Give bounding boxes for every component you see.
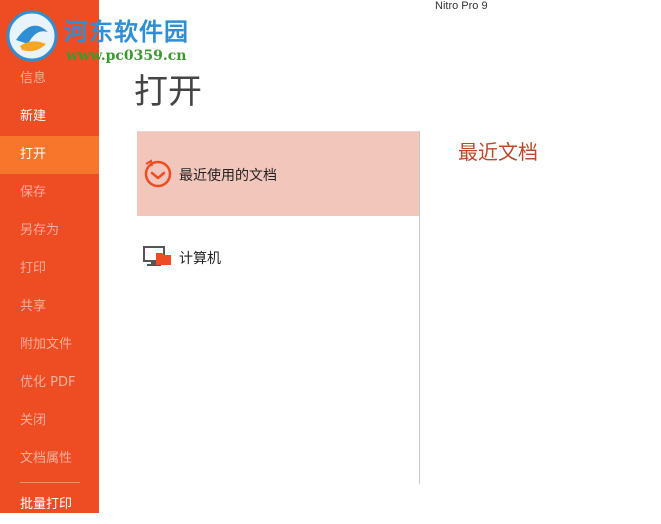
watermark-url: www.pc0359.cn (66, 48, 187, 64)
sidebar-item-save[interactable]: 保存 (0, 174, 99, 212)
sidebar-item-save-as[interactable]: 另存为 (0, 212, 99, 250)
sidebar-item-share[interactable]: 共享 (0, 288, 99, 326)
source-item-label: 计算机 (179, 251, 221, 267)
sidebar-item-batch-print[interactable]: 批量打印 (0, 486, 99, 524)
watermark-site-name: 河东软件园 (64, 17, 189, 46)
source-item-computer[interactable]: 计算机 (137, 215, 419, 299)
sidebar-item-open[interactable]: 打开 (0, 136, 99, 174)
source-item-label: 最近使用的文档 (179, 168, 277, 184)
sidebar-item-print[interactable]: 打印 (0, 250, 99, 288)
recent-documents-title: 最近文档 (458, 140, 538, 164)
app-title: Nitro Pro 9 (435, 0, 488, 12)
sidebar-item-close[interactable]: 关闭 (0, 402, 99, 440)
open-source-list: 最近使用的文档 计算机 (137, 131, 420, 484)
computer-folder-icon (143, 246, 171, 266)
page-title: 打开 (134, 72, 202, 112)
sidebar-item-attach-file[interactable]: 附加文件 (0, 326, 99, 364)
sidebar-divider (20, 482, 80, 483)
sidebar-item-info[interactable]: 信息 (0, 60, 99, 98)
watermark-logo-icon (6, 10, 58, 62)
sidebar-item-optimize-pdf[interactable]: 优化 PDF (0, 364, 99, 402)
backstage-sidebar: 信息 新建 打开 保存 另存为 打印 共享 附加文件 优化 PDF 关闭 文档属… (0, 0, 99, 513)
sidebar-item-document-properties[interactable]: 文档属性 (0, 440, 99, 478)
source-item-recent-documents[interactable]: 最近使用的文档 (137, 131, 419, 216)
sidebar-item-new[interactable]: 新建 (0, 98, 99, 136)
recent-clock-icon (144, 159, 172, 188)
